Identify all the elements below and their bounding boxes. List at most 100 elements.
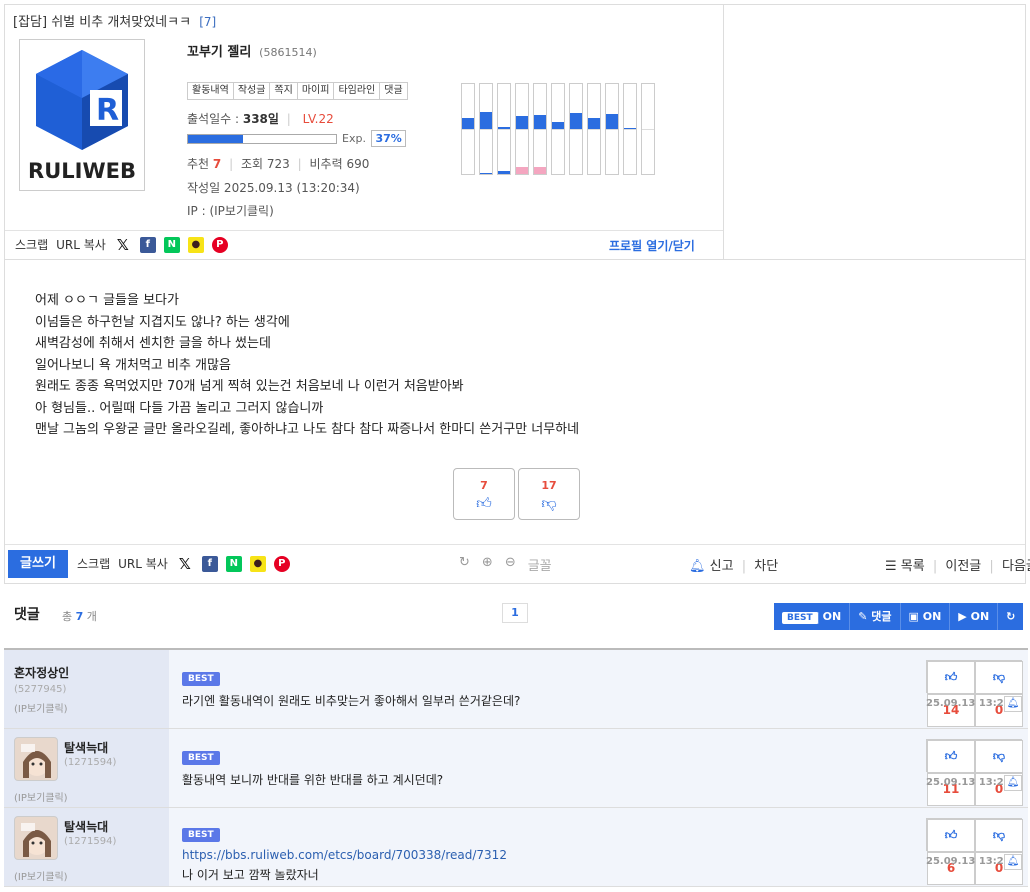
author-nickname[interactable]: 꼬부기 젤리 <box>187 45 251 60</box>
video-toggle[interactable]: ▶ ON <box>950 603 999 630</box>
thumbs-up-icon: 👍︎ <box>927 740 975 773</box>
tab-comments[interactable]: 댓글 <box>380 83 406 99</box>
pinterest-share-icon[interactable]: P <box>273 555 290 572</box>
svg-text:R: R <box>96 93 119 128</box>
comment-author-name[interactable]: 혼자정상인 <box>14 664 69 681</box>
comment-ip[interactable]: (IP보기클릭) <box>14 700 68 715</box>
comment-ip[interactable]: (IP보기클릭) <box>14 789 68 804</box>
thumbs-down-icon: 👎︎ <box>541 494 557 512</box>
facebook-share-icon[interactable]: f <box>139 236 156 253</box>
activity-graph-column <box>515 83 529 175</box>
block-button[interactable]: 차단 <box>754 559 778 574</box>
comment-upvote-button[interactable]: 👍︎11 <box>926 739 975 806</box>
avatar[interactable] <box>14 737 58 781</box>
best-badge: BEST <box>182 828 220 842</box>
ruliweb-logo[interactable]: R RULIWEB <box>19 39 145 191</box>
report-button[interactable]: 신고 <box>710 559 734 574</box>
comment-body: BEST https://bbs.ruliweb.com/etcs/board/… <box>182 826 507 883</box>
level-badge: LV.22 <box>302 112 334 126</box>
comment-text: 나 이거 보고 깜짝 놀랐자너 <box>182 868 319 882</box>
comment-author-cell: 혼자정상인 (5277945) (IP보기클릭) <box>4 650 169 728</box>
naver-share-icon[interactable]: N <box>225 555 242 572</box>
zoom-in-icon[interactable]: ⊕ <box>482 555 493 574</box>
best-toggle[interactable]: BEST ON <box>774 603 851 630</box>
body-line: 원래도 종종 욕먹었지만 70개 넘게 찍혀 있는건 처음보네 나 이런거 처음… <box>35 379 464 394</box>
exp-text: Exp. 37% <box>342 130 406 147</box>
zoom-out-icon[interactable]: ⊖ <box>505 555 516 574</box>
author-stats: 추천 7 | 조회 723 | 비추력 690 <box>187 157 370 171</box>
author-tabs: 활동내역 작성글 쪽지 마이피 타임라인 댓글 <box>187 82 408 100</box>
prev-post-button[interactable]: 이전글 <box>945 559 981 574</box>
comment-downvote-button[interactable]: 👎︎0 <box>974 739 1023 806</box>
views-label: 조회 <box>240 157 264 171</box>
facebook-share-icon[interactable]: f <box>201 555 218 572</box>
activity-up-bar <box>624 128 636 129</box>
upvote-count: 7 <box>480 479 488 492</box>
activity-graph-column <box>497 83 511 175</box>
comment-downvote-button[interactable]: 👎︎0 <box>974 818 1023 885</box>
next-post-button[interactable]: 다음글 <box>1002 559 1030 574</box>
naver-share-icon[interactable]: N <box>163 236 180 253</box>
x-share-icon[interactable]: 𝕏 <box>176 556 194 572</box>
comment-upvote-button[interactable]: 👍︎14 <box>926 660 975 727</box>
tab-activity[interactable]: 활동내역 <box>188 83 234 99</box>
header-divider <box>723 5 724 260</box>
reply-label: 댓글 <box>871 610 892 623</box>
post-body: 어제 ㅇㅇㄱ 글들을 보다가 이넘들은 하구헌날 지겹지도 않나? 하는 생각에… <box>35 290 579 441</box>
write-button[interactable]: 글쓰기 <box>8 550 68 578</box>
thumbs-up-icon: 👍︎ <box>476 494 492 512</box>
activity-up-bar <box>606 114 618 129</box>
comment-author-cell: 탈색늑대 (1271594) (IP보기클릭) <box>4 808 169 886</box>
comment-count-badge[interactable]: [7] <box>199 15 216 29</box>
tab-mypi[interactable]: 마이피 <box>298 83 335 99</box>
font-button[interactable]: 글꼴 <box>528 555 552 574</box>
body-line: 일어나보니 욕 개처먹고 비추 개많음 <box>35 357 231 373</box>
post-nav: ☰ 목록 | 이전글 | 다음글 <box>885 555 1030 574</box>
list-button[interactable]: 목록 <box>901 559 925 574</box>
tab-message[interactable]: 쪽지 <box>270 83 298 99</box>
comment-downvote-button[interactable]: 👎︎0 <box>974 660 1023 727</box>
comment-author-name[interactable]: 탈색늑대 <box>64 739 108 756</box>
activity-up-bar <box>516 116 528 129</box>
refresh-icon[interactable]: ↻ <box>459 555 470 574</box>
url-copy-button[interactable]: URL 복사 <box>56 236 106 253</box>
body-line: 어제 ㅇㅇㄱ 글들을 보다가 <box>35 293 179 308</box>
comment-ip[interactable]: (IP보기클릭) <box>14 868 68 883</box>
kakao-share-icon[interactable]: ● <box>187 236 204 253</box>
image-toggle[interactable]: ▣ ON <box>901 603 951 630</box>
scrap-button[interactable]: 스크랩 <box>15 236 48 253</box>
comment-link[interactable]: https://bbs.ruliweb.com/etcs/board/70033… <box>182 848 507 862</box>
post-category: [잡담] <box>13 15 48 30</box>
tab-posts[interactable]: 작성글 <box>234 83 271 99</box>
scrap-button[interactable]: 스크랩 <box>77 555 110 572</box>
activity-up-bar <box>498 127 510 129</box>
profile-toggle-button[interactable]: 프로필 열기/닫기 <box>609 237 695 254</box>
url-copy-button[interactable]: URL 복사 <box>118 555 168 572</box>
upvote-button[interactable]: 7 👍︎ <box>453 468 515 520</box>
logo-text: RULIWEB <box>28 159 136 183</box>
kakao-share-icon[interactable]: ● <box>249 555 266 572</box>
comment-row: 혼자정상인 (5277945) (IP보기클릭) BEST 라기엔 활동내역이 … <box>4 650 1028 729</box>
report-bell-icon[interactable]: 🔔︎ <box>1004 775 1022 791</box>
tab-timeline[interactable]: 타임라인 <box>334 83 381 99</box>
avatar[interactable] <box>14 816 58 860</box>
refresh-comments-icon[interactable]: ↻ <box>998 603 1023 630</box>
comment-votes: 👍︎6 👎︎0 <box>926 818 1023 885</box>
downvote-label: 비추력 <box>309 157 343 171</box>
post-ip[interactable]: IP : (IP보기클릭) <box>187 202 274 219</box>
comment-author-id: (1271594) <box>64 757 117 768</box>
comment-author-cell: 탈색늑대 (1271594) (IP보기클릭) <box>4 729 169 807</box>
downvote-button[interactable]: 17 👎︎ <box>518 468 580 520</box>
activity-up-bar <box>534 115 546 129</box>
best-badge: BEST <box>782 612 819 624</box>
comment-upvote-button[interactable]: 👍︎6 <box>926 818 975 885</box>
report-bell-icon[interactable]: 🔔︎ <box>1004 854 1022 870</box>
pinterest-share-icon[interactable]: P <box>211 236 228 253</box>
comment-author-name[interactable]: 탈색늑대 <box>64 818 108 835</box>
reply-button[interactable]: ✎ 댓글 <box>850 603 901 630</box>
comment-row: 탈색늑대 (1271594) (IP보기클릭) BEST https://bbs… <box>4 808 1028 887</box>
comment-page-1[interactable]: 1 <box>502 603 528 623</box>
report-bell-icon[interactable]: 🔔︎ <box>1004 696 1022 712</box>
post-title-text: 쉬벌 비추 개쳐맞었네ㅋㅋ <box>51 15 192 30</box>
x-share-icon[interactable]: 𝕏 <box>114 237 132 253</box>
